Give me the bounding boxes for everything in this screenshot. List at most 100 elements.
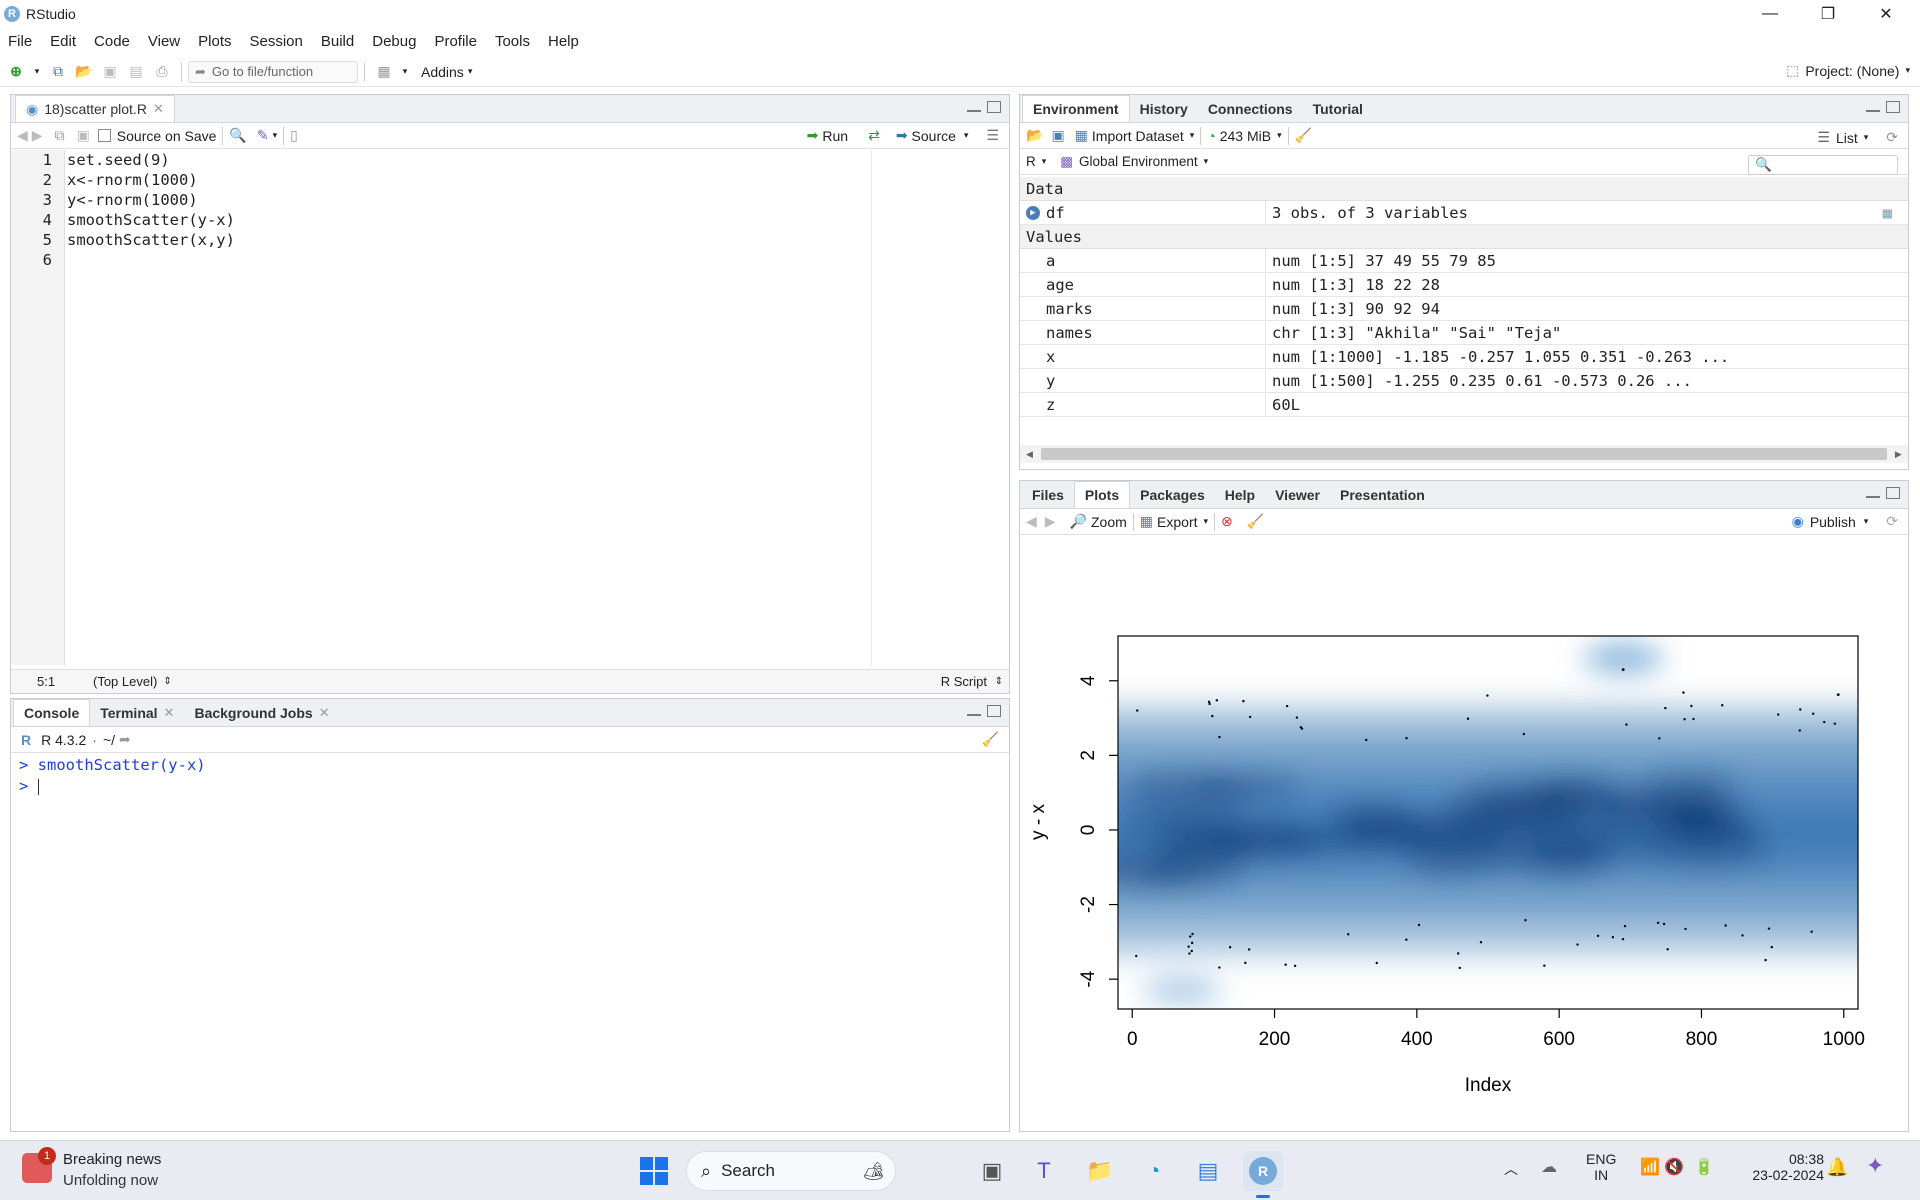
- tab-help[interactable]: Help: [1215, 482, 1265, 508]
- tab-console[interactable]: Console: [13, 699, 91, 726]
- compile-report-icon[interactable]: ▯: [290, 127, 298, 144]
- menu-file[interactable]: File: [0, 33, 41, 50]
- working-dir[interactable]: ~/: [103, 732, 115, 748]
- tab-files[interactable]: Files: [1022, 482, 1074, 508]
- file-explorer-icon[interactable]: 📁: [1080, 1151, 1120, 1191]
- tab-terminal[interactable]: Terminal ✕: [90, 700, 184, 726]
- chevron-down-icon[interactable]: ▾: [1864, 516, 1869, 527]
- go-to-file-input[interactable]: ➦ Go to file/function: [188, 60, 358, 83]
- rstudio-taskbar-icon[interactable]: R: [1243, 1151, 1283, 1191]
- chevron-down-icon[interactable]: ▾: [1864, 132, 1869, 143]
- back-icon[interactable]: ◀: [17, 127, 28, 144]
- maximize-icon[interactable]: [1886, 101, 1900, 113]
- env-row-marks[interactable]: marks num [1:3] 90 92 94: [1020, 297, 1908, 321]
- minimize-icon[interactable]: [1866, 109, 1880, 112]
- scope-selector[interactable]: Global Environment: [1079, 154, 1198, 169]
- new-project-icon[interactable]: ⧉: [48, 62, 68, 82]
- zoom-button[interactable]: Zoom: [1091, 514, 1127, 530]
- menu-help[interactable]: Help: [539, 33, 588, 50]
- env-row-age[interactable]: age num [1:3] 18 22 28: [1020, 273, 1908, 297]
- load-workspace-icon[interactable]: 📂: [1026, 127, 1043, 144]
- next-plot-icon[interactable]: ▶: [1045, 513, 1056, 530]
- show-hidden-icons[interactable]: ︿: [1504, 1159, 1518, 1179]
- scroll-right-icon[interactable]: ▶: [1895, 449, 1902, 460]
- menu-session[interactable]: Session: [241, 33, 312, 50]
- start-button[interactable]: [634, 1151, 674, 1191]
- chevron-down-icon[interactable]: ▾: [273, 130, 278, 141]
- close-icon[interactable]: ✕: [164, 705, 175, 721]
- save-icon[interactable]: ▣: [100, 62, 120, 82]
- tab-packages[interactable]: Packages: [1130, 482, 1215, 508]
- scrollbar-thumb[interactable]: [1040, 448, 1887, 460]
- chevron-down-icon[interactable]: ▾: [468, 66, 473, 77]
- edge-icon[interactable]: ◔: [1134, 1151, 1174, 1191]
- maximize-icon[interactable]: [987, 705, 1001, 717]
- minimize-button[interactable]: —: [1742, 0, 1798, 28]
- prev-plot-icon[interactable]: ◀: [1026, 513, 1037, 530]
- maximize-icon[interactable]: [987, 101, 1001, 113]
- project-menu[interactable]: ⬚ Project: (None) ▾: [1786, 62, 1910, 79]
- save-workspace-icon[interactable]: ▣: [1051, 127, 1064, 144]
- chevron-down-icon[interactable]: ▾: [1190, 130, 1195, 141]
- chevron-down-icon[interactable]: ▾: [1042, 156, 1047, 167]
- addins-menu[interactable]: Addins: [421, 64, 464, 80]
- close-button[interactable]: ✕: [1858, 0, 1914, 28]
- search-icon[interactable]: 🔍: [229, 127, 246, 144]
- rerun-icon[interactable]: ⇄: [868, 127, 880, 144]
- battery-icon[interactable]: 🔋: [1694, 1157, 1714, 1177]
- restore-button[interactable]: ❐: [1800, 0, 1856, 28]
- menu-tools[interactable]: Tools: [486, 33, 539, 50]
- file-type-selector[interactable]: R Script: [941, 674, 987, 689]
- menu-debug[interactable]: Debug: [363, 33, 425, 50]
- chevron-down-icon[interactable]: ▾: [32, 62, 42, 82]
- memory-usage[interactable]: 243 MiB: [1220, 128, 1271, 144]
- tab-connections[interactable]: Connections: [1198, 96, 1303, 122]
- grid-layout-icon[interactable]: ▦: [374, 62, 394, 82]
- tab-tutorial[interactable]: Tutorial: [1303, 96, 1373, 122]
- minimize-icon[interactable]: [967, 713, 981, 716]
- language-selector[interactable]: R: [1026, 154, 1036, 169]
- env-row-a[interactable]: a num [1:5] 37 49 55 79 85: [1020, 249, 1908, 273]
- tab-scatter-plot[interactable]: ◉ 18)scatter plot.R ✕: [15, 95, 175, 122]
- menu-build[interactable]: Build: [312, 33, 363, 50]
- tab-viewer[interactable]: Viewer: [1265, 482, 1330, 508]
- maximize-icon[interactable]: [1886, 487, 1900, 499]
- news-title[interactable]: Breaking news: [63, 1151, 161, 1168]
- scroll-left-icon[interactable]: ◀: [1026, 449, 1033, 460]
- source-on-save-checkbox[interactable]: [97, 129, 111, 142]
- source-button[interactable]: Source: [912, 128, 956, 144]
- run-button[interactable]: Run: [822, 128, 848, 144]
- chevron-down-icon[interactable]: ▾: [964, 130, 969, 141]
- menu-plots[interactable]: Plots: [189, 33, 240, 50]
- env-row-z[interactable]: z 60L: [1020, 393, 1908, 417]
- menu-edit[interactable]: Edit: [41, 33, 85, 50]
- close-icon[interactable]: ✕: [319, 705, 330, 721]
- list-view-selector[interactable]: List: [1836, 130, 1858, 146]
- notifications-icon[interactable]: 🔔: [1826, 1157, 1848, 1178]
- taskbar-search[interactable]: ⌕ Search 🏕: [686, 1151, 896, 1191]
- clear-console-icon[interactable]: 🧹: [982, 731, 999, 748]
- menu-view[interactable]: View: [139, 33, 189, 50]
- task-view-icon[interactable]: ▣: [972, 1151, 1012, 1191]
- save-icon[interactable]: ▣: [77, 127, 90, 144]
- language-indicator[interactable]: ENG IN: [1586, 1151, 1616, 1183]
- env-search-input[interactable]: 🔍: [1748, 155, 1898, 175]
- show-in-window-icon[interactable]: ⧉: [55, 127, 65, 144]
- chevron-down-icon[interactable]: ▾: [1204, 156, 1209, 167]
- chevron-down-icon[interactable]: ▾: [1277, 130, 1282, 141]
- chevron-down-icon[interactable]: ▾: [400, 62, 410, 82]
- view-table-icon[interactable]: ▦: [1883, 204, 1892, 222]
- tab-plots[interactable]: Plots: [1073, 481, 1131, 508]
- refresh-icon[interactable]: ⟳: [1886, 513, 1898, 530]
- tab-background-jobs[interactable]: Background Jobs ✕: [184, 700, 339, 726]
- env-row-y[interactable]: y num [1:500] -1.255 0.235 0.61 -0.573 0.…: [1020, 369, 1908, 393]
- volume-muted-icon[interactable]: 🔇: [1664, 1157, 1684, 1177]
- expand-icon[interactable]: ▶: [1026, 205, 1040, 220]
- teams-icon[interactable]: T: [1024, 1151, 1064, 1191]
- open-file-icon[interactable]: 📂: [74, 62, 94, 82]
- clear-workspace-icon[interactable]: 🧹: [1295, 127, 1312, 144]
- env-row-df[interactable]: ▶ df 3 obs. of 3 variables ▦: [1020, 201, 1908, 225]
- close-icon[interactable]: ✕: [153, 101, 164, 117]
- console-prompt[interactable]: >: [19, 776, 1001, 797]
- tab-history[interactable]: History: [1130, 96, 1198, 122]
